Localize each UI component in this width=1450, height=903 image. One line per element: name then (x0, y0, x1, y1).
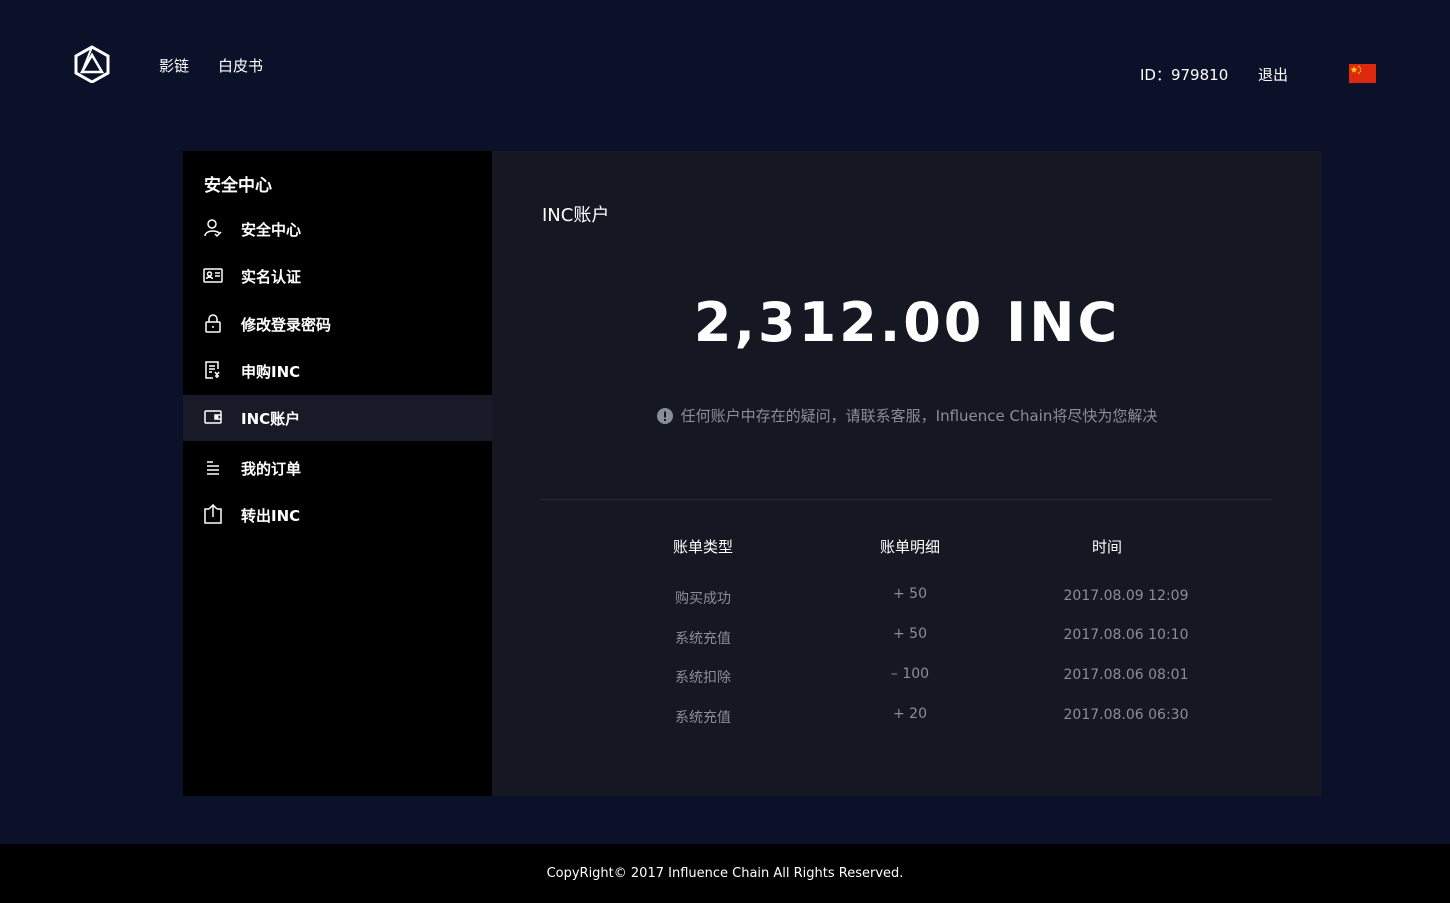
list-icon (203, 457, 223, 477)
nav-link-yinglian[interactable]: 影链 (159, 55, 189, 76)
column-header-type: 账单类型 (672, 538, 733, 556)
user-id: ID：979810 (1140, 66, 1229, 84)
sidebar-item-real-name[interactable]: 实名认证 (183, 253, 492, 299)
info-icon (656, 408, 673, 428)
page-title: INC账户 (542, 205, 610, 226)
sidebar-item-purchase-inc[interactable]: 申购INC (183, 348, 492, 394)
sidebar-item-change-password[interactable]: 修改登录密码 (183, 301, 492, 347)
sidebar-item-transfer-inc[interactable]: 转出INC (183, 492, 492, 538)
table-cell-time: 2017.08.06 10:10 (1063, 627, 1189, 643)
sidebar-title: 安全中心 (204, 176, 272, 196)
table-cell-type: 系统充值 (675, 710, 731, 726)
sidebar-item-label: INC账户 (241, 409, 301, 428)
table-cell-detail: + 50 (893, 626, 927, 642)
lock-icon (203, 313, 223, 333)
sidebar-item-inc-account[interactable]: INC账户 (183, 395, 492, 441)
column-header-time: 时间 (1091, 538, 1122, 556)
table-cell-time: 2017.08.06 06:30 (1063, 707, 1189, 723)
sidebar-item-label: 申购INC (241, 362, 301, 381)
purchase-doc-icon (203, 360, 223, 380)
sidebar-item-label: 安全中心 (241, 220, 302, 239)
sidebar-item-security-center[interactable]: 安全中心 (183, 206, 492, 252)
notice-text: 任何账户中存在的疑问，请联系客服，Influence Chain将尽快为您解决 (680, 407, 1158, 425)
logout-link[interactable]: 退出 (1258, 64, 1288, 85)
sidebar-item-my-orders[interactable]: 我的订单 (183, 445, 492, 491)
footer-copyright: CopyRight© 2017 Influence Chain All Righ… (0, 844, 1450, 903)
divider (540, 499, 1272, 500)
nav-link-whitepaper[interactable]: 白皮书 (218, 55, 263, 76)
table-cell-detail: + 20 (893, 706, 927, 722)
table-cell-detail: + 50 (893, 586, 927, 602)
wallet-icon (203, 407, 223, 427)
upload-icon (203, 503, 223, 524)
column-header-detail: 账单明细 (879, 538, 940, 556)
notice-message: 任何账户中存在的疑问，请联系客服，Influence Chain将尽快为您解决 (492, 405, 1322, 428)
sidebar-item-label: 转出INC (241, 506, 301, 525)
table-cell-type: 系统充值 (675, 631, 731, 647)
table-cell-time: 2017.08.06 08:01 (1063, 667, 1189, 683)
sidebar-item-label: 我的订单 (241, 459, 302, 478)
table-cell-type: 购买成功 (675, 591, 731, 607)
account-balance: 2,312.00 INC (693, 291, 1121, 354)
logo-icon[interactable] (74, 45, 110, 84)
sidebar-item-label: 实名认证 (241, 267, 302, 286)
table-cell-time: 2017.08.09 12:09 (1063, 588, 1189, 604)
id-card-icon (203, 265, 223, 285)
user-shield-icon (203, 218, 223, 238)
table-cell-type: 系统扣除 (675, 670, 731, 686)
sidebar-item-label: 修改登录密码 (241, 315, 332, 334)
table-cell-detail: – 100 (890, 666, 930, 682)
sidebar: 安全中心 安全中心 实名认证 修改登录密码 申购INC INC账户 我的订单 转… (183, 151, 492, 796)
inc-account-panel: INC账户 2,312.00 INC 任何账户中存在的疑问，请联系客服，Infl… (492, 151, 1322, 796)
china-flag-icon[interactable] (1349, 64, 1376, 83)
